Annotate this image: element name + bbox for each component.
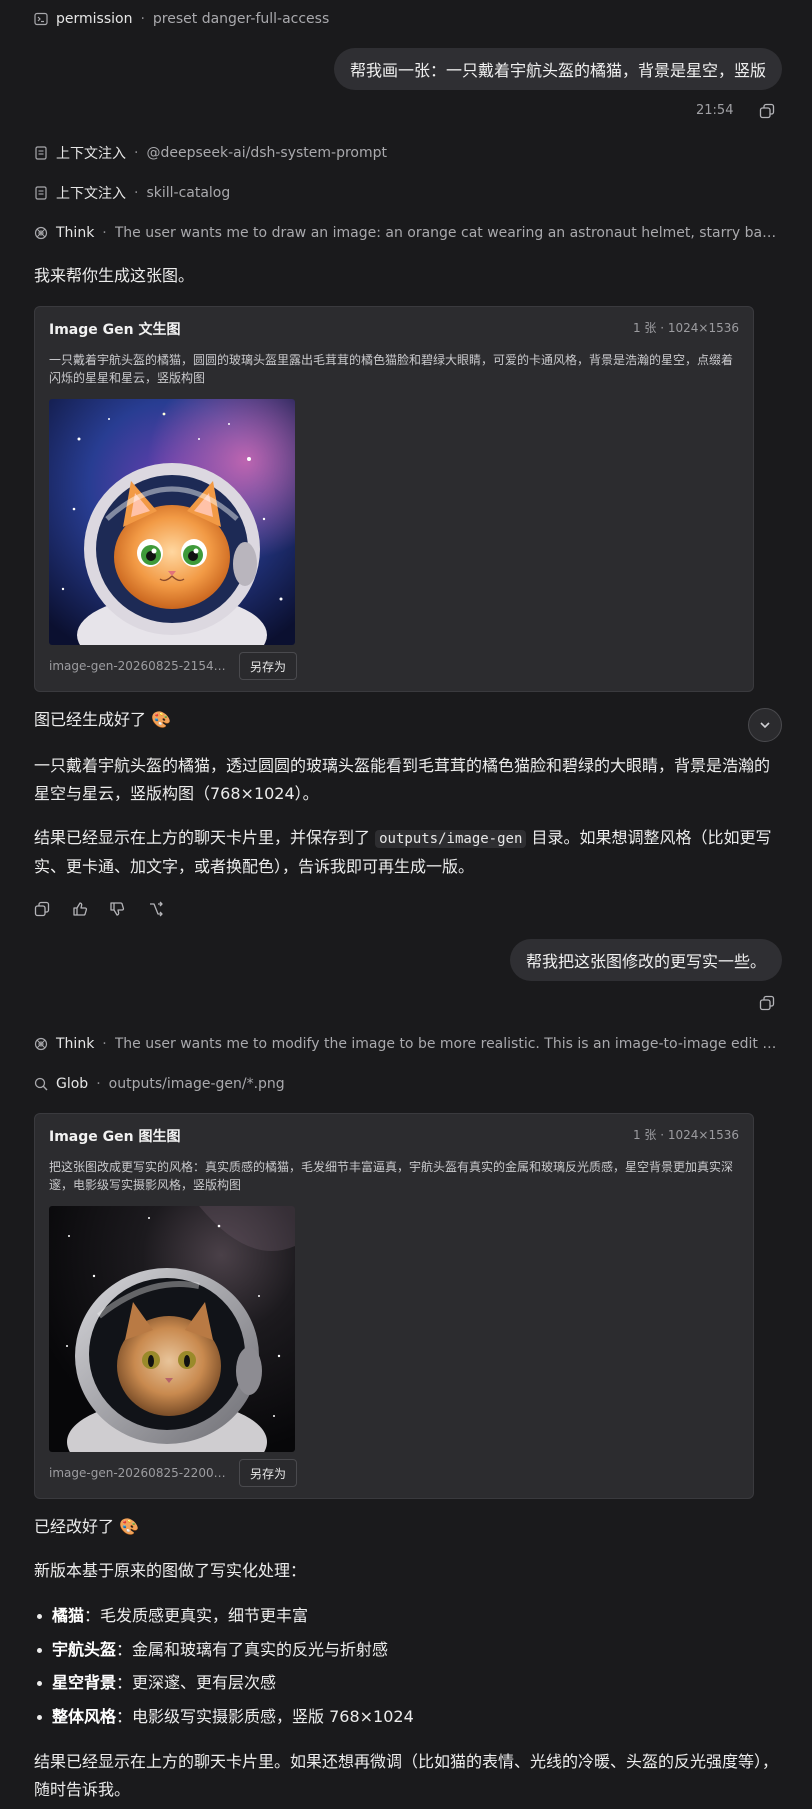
save-as-button[interactable]: 另存为: [239, 652, 298, 680]
think-label: Think: [56, 225, 95, 241]
assistant-intro-text: 新版本基于原来的图做了写实化处理：: [34, 1561, 307, 1580]
cartoon-astronaut-cat-image: [49, 399, 295, 645]
glob-row[interactable]: Glob · outputs/image-gen/*.png: [34, 1073, 780, 1095]
saved-text-pre: 结果已经显示在上方的聊天卡片里，并保存到了: [34, 828, 371, 847]
list-item-key: 整体风格: [52, 1706, 117, 1726]
assistant-closing-text: 结果已经显示在上方的聊天卡片里。如果还想再微调（比如猫的表情、光线的冷暖、头盔的…: [34, 1752, 779, 1799]
assistant-intro-text: 我来帮你生成这张图。: [34, 266, 195, 285]
document-icon: [34, 146, 48, 160]
document-icon: [34, 186, 48, 200]
output-path-code: outputs/image-gen: [375, 830, 527, 848]
card-title: Image Gen 图生图: [49, 1129, 181, 1145]
image-filename: image-gen-20260825-21545...: [49, 659, 227, 673]
branch-icon[interactable]: [146, 899, 166, 919]
assistant-description: 一只戴着宇航头盔的橘猫，透过圆圆的玻璃头盔能看到毛茸茸的橘色猫脸和碧绿的大眼睛，…: [34, 756, 771, 803]
terminal-icon: [34, 12, 48, 26]
think-row[interactable]: Think · The user wants me to draw an ima…: [34, 222, 780, 244]
chevron-down-icon: [760, 722, 770, 729]
glob-detail: outputs/image-gen/*.png: [108, 1076, 285, 1092]
list-item-key: 橘猫: [52, 1606, 85, 1625]
change-list: 橘猫：毛发质感更真实，细节更丰富 宇航头盔：金属和玻璃有了真实的反光与折射感 星…: [34, 1603, 779, 1737]
realistic-astronaut-cat-image: [49, 1206, 295, 1452]
card-meta: 1 张 · 1024×1536: [632, 321, 739, 335]
think-detail: The user wants me to modify the image to…: [114, 1036, 780, 1052]
assistant-done-text: 图已经生成好了 🎨: [34, 710, 172, 729]
message-timestamp: 21:54: [696, 103, 734, 118]
save-as-button[interactable]: 另存为: [239, 1459, 298, 1487]
permission-row[interactable]: permission · preset danger-full-access: [34, 8, 780, 30]
list-item-key: 宇航头盔: [52, 1639, 117, 1659]
permission-detail: preset danger-full-access: [152, 11, 330, 27]
assistant-saved-text: 结果已经显示在上方的聊天卡片里，并保存到了 outputs/image-gen …: [34, 824, 779, 881]
assistant-done-text: 已经改好了 🎨: [34, 1517, 140, 1536]
separator-dot: ·: [102, 225, 107, 241]
copy-icon[interactable]: [757, 993, 777, 1013]
context-detail: @deepseek-ai/dsh-system-prompt: [146, 145, 388, 161]
context-row-system-prompt[interactable]: 上下文注入 · @deepseek-ai/dsh-system-prompt: [34, 142, 780, 164]
context-label: 上下文注入: [56, 186, 126, 202]
list-item-text: ：金属和玻璃有了真实的反光与折射感: [116, 1639, 389, 1659]
think-icon: [34, 226, 48, 240]
generated-image[interactable]: [49, 399, 295, 645]
card-prompt: 把这张图改成更写实的风格：真实质感的橘猫，毛发细节丰富逼真，宇航头盔有真实的金属…: [49, 1160, 734, 1192]
card-title: Image Gen 文生图: [49, 322, 181, 338]
generated-image[interactable]: [49, 1206, 295, 1452]
permission-label: permission: [56, 11, 133, 27]
context-row-skill-catalog[interactable]: 上下文注入 · skill-catalog: [34, 182, 780, 204]
image-edit-card: Image Gen 图生图 1 张 · 1024×1536 把这张图改成更写实的…: [34, 1113, 754, 1499]
card-meta: 1 张 · 1024×1536: [632, 1128, 739, 1142]
list-item-text: ：更深邃、更有层次感: [116, 1673, 277, 1692]
list-item-text: ：电影级写实摄影质感，竖版 768×1024: [116, 1706, 414, 1726]
user-message-bubble: 帮我把这张图修改的更写实一些。: [509, 939, 782, 981]
context-detail: skill-catalog: [146, 185, 231, 201]
separator-dot: ·: [134, 145, 139, 161]
search-icon: [34, 1077, 48, 1091]
list-item-text: ：毛发质感更真实，细节更丰富: [84, 1606, 309, 1625]
list-item: 橘猫：毛发质感更真实，细节更丰富: [34, 1603, 779, 1637]
image-filename: image-gen-20260825-22004...: [49, 1466, 227, 1480]
separator-dot: ·: [96, 1076, 101, 1092]
thumbs-up-icon[interactable]: [70, 899, 90, 919]
glob-label: Glob: [56, 1076, 89, 1092]
image-gen-card: Image Gen 文生图 1 张 · 1024×1536 一只戴着宇航头盔的橘…: [34, 306, 754, 692]
list-item: 整体风格：电影级写实摄影质感，竖版 768×1024: [34, 1704, 779, 1738]
list-item: 宇航头盔：金属和玻璃有了真实的反光与折射感: [34, 1637, 779, 1671]
think-label: Think: [56, 1036, 95, 1052]
separator-dot: ·: [140, 11, 145, 27]
separator-dot: ·: [134, 185, 139, 201]
separator-dot: ·: [102, 1036, 107, 1052]
think-icon: [34, 1037, 48, 1051]
card-prompt: 一只戴着宇航头盔的橘猫，圆圆的玻璃头盔里露出毛茸茸的橘色猫脸和碧绿大眼睛，可爱的…: [49, 353, 734, 385]
context-label: 上下文注入: [56, 146, 126, 162]
user-message-text: 帮我把这张图修改的更写实一些。: [525, 952, 766, 971]
thumbs-down-icon[interactable]: [107, 899, 127, 919]
user-message-bubble: 帮我画一张：一只戴着宇航头盔的橘猫，背景是星空，竖版: [333, 48, 782, 90]
think-detail: The user wants me to draw an image: an o…: [114, 225, 780, 241]
list-item-key: 星空背景: [52, 1673, 117, 1692]
scroll-down-button[interactable]: [748, 708, 782, 742]
copy-icon[interactable]: [32, 899, 52, 919]
list-item: 星空背景：更深邃、更有层次感: [34, 1670, 779, 1704]
think-row[interactable]: Think · The user wants me to modify the …: [34, 1033, 780, 1055]
copy-icon[interactable]: [757, 101, 777, 121]
user-message-text: 帮我画一张：一只戴着宇航头盔的橘猫，背景是星空，竖版: [349, 61, 766, 80]
chat-page: permission · preset danger-full-access 帮…: [0, 0, 812, 1809]
